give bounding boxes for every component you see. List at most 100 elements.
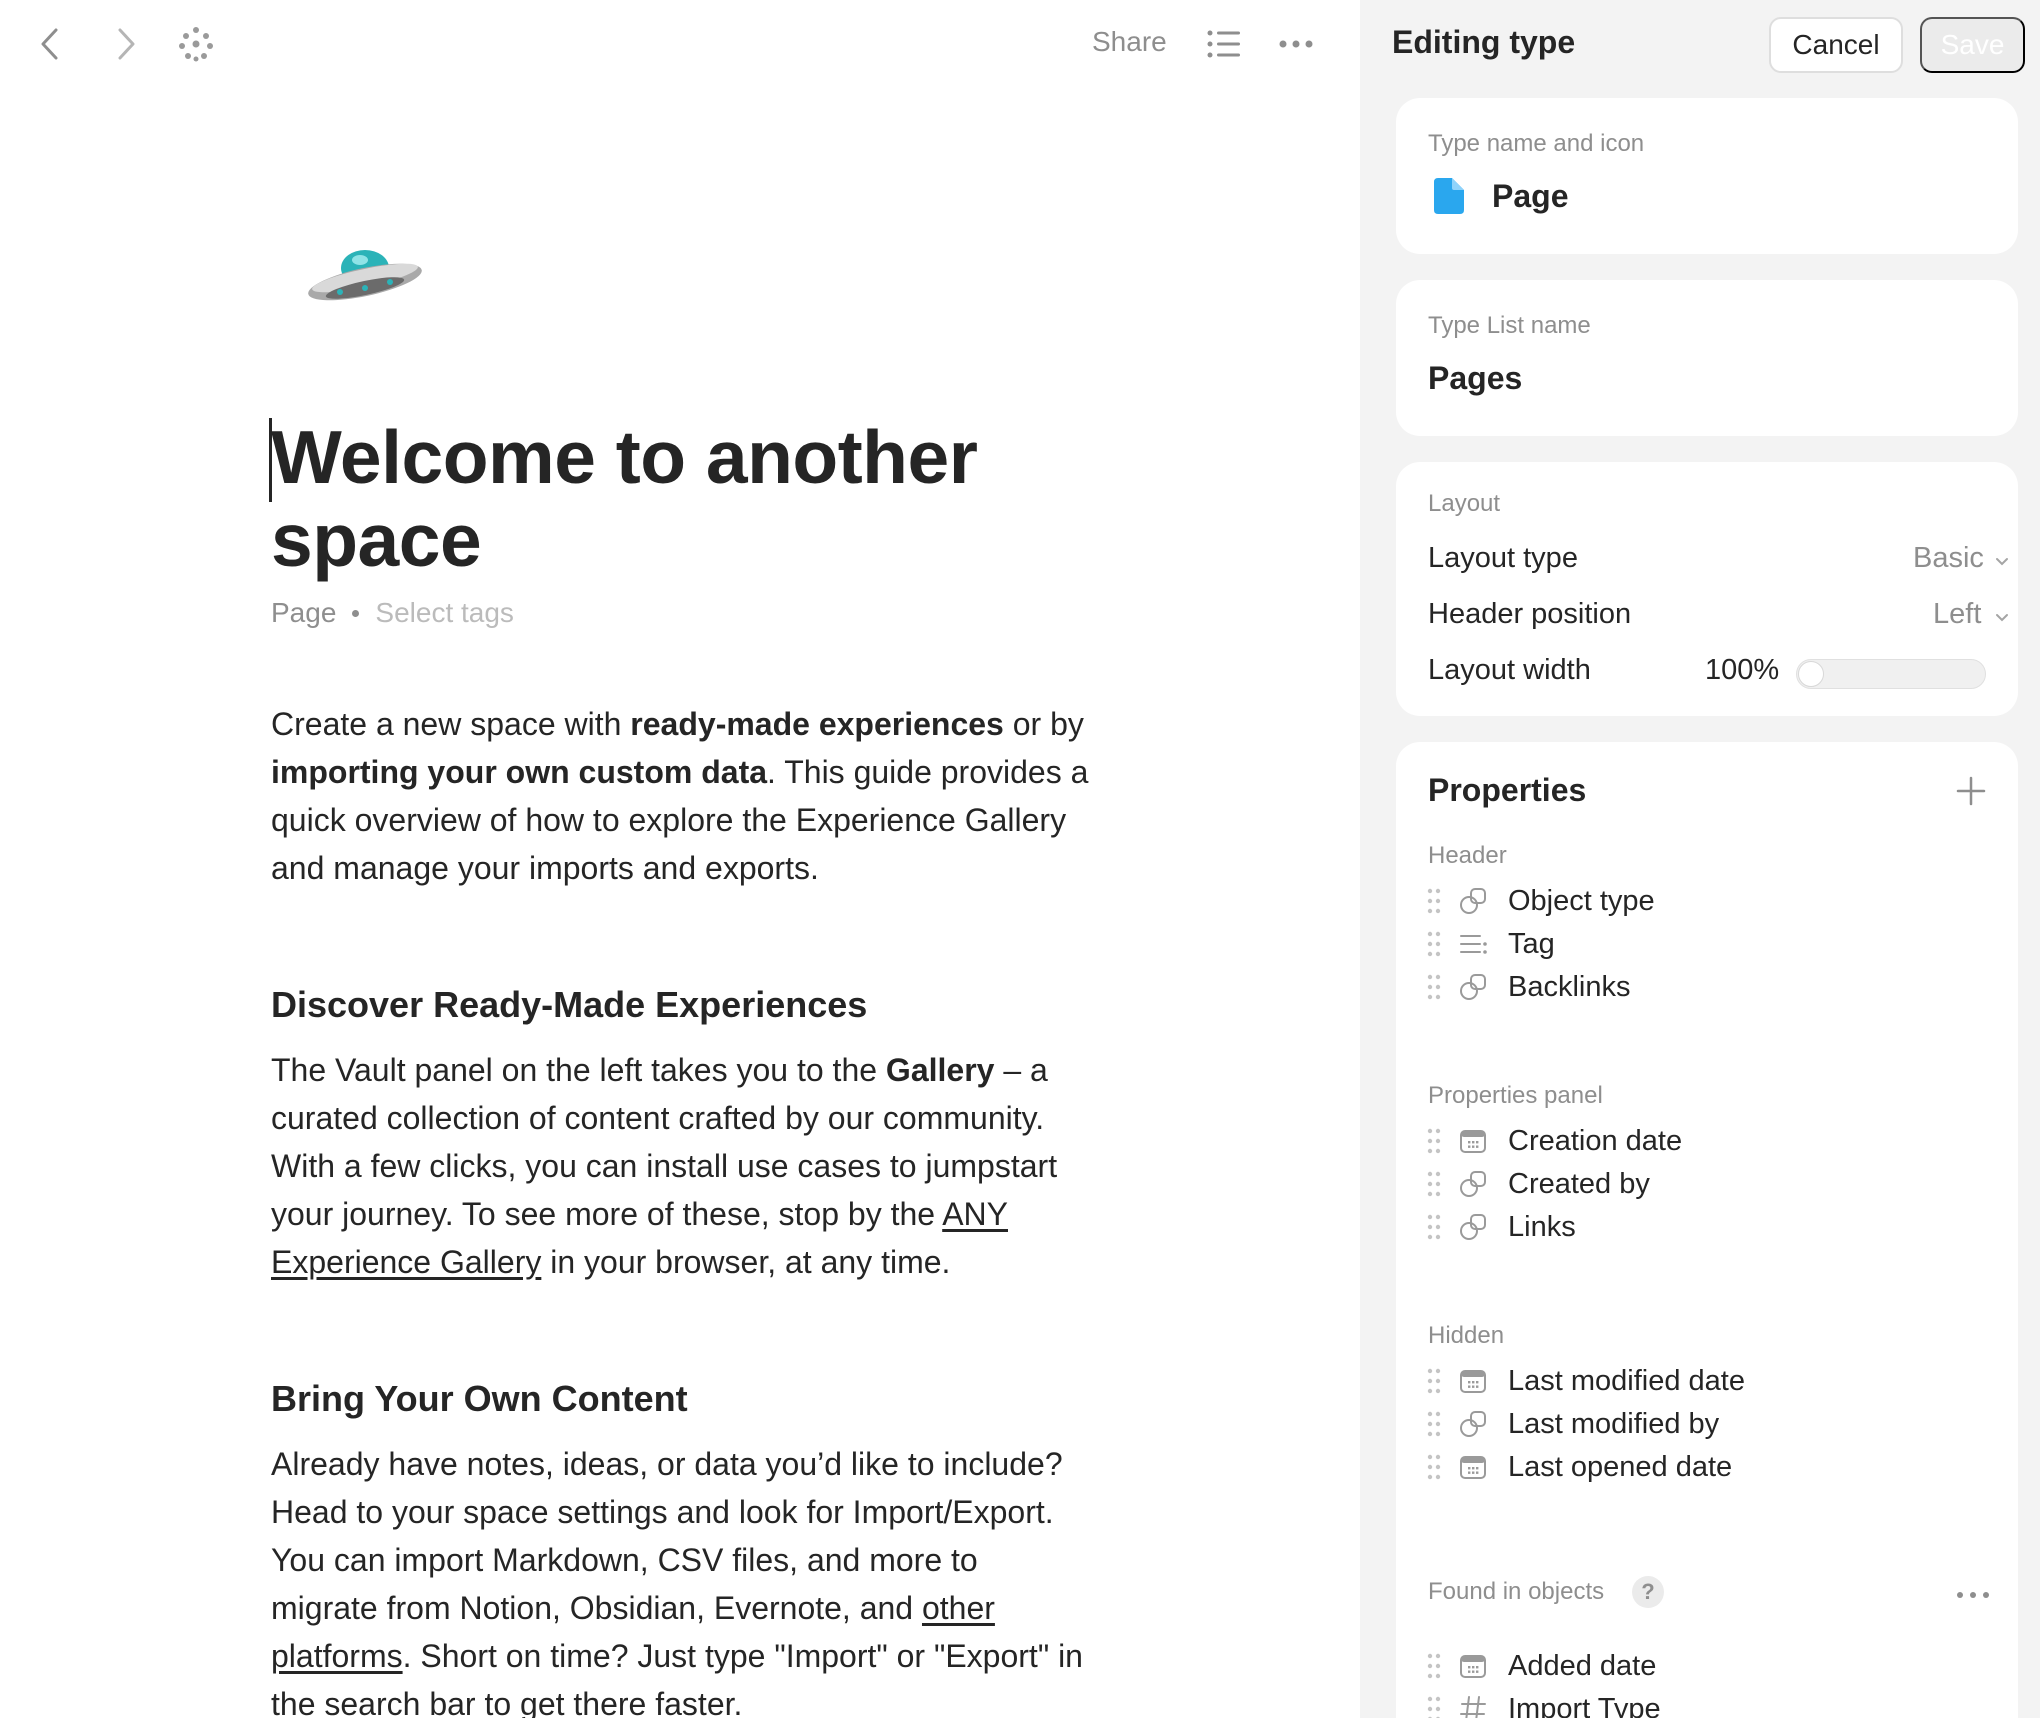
property-label: Last opened date [1508,1450,1733,1483]
type-name-label: Type name and icon [1428,130,1645,157]
relation-icon [1458,1212,1488,1242]
property-row[interactable]: Created by [1426,1160,1986,1208]
more-horizontal-icon[interactable] [1956,1582,1990,1608]
add-property-icon[interactable] [1956,776,1986,806]
page-title[interactable]: Welcome to another space [271,416,1071,582]
page-file-icon[interactable] [1434,178,1464,214]
drag-handle-icon[interactable] [1426,930,1442,958]
relation-icon [1458,972,1488,1002]
section-heading-byo[interactable]: Bring Your Own Content [271,1378,688,1420]
chevron-down-icon[interactable] [1994,610,2010,626]
type-list-label: Type List name [1428,312,1591,339]
calendar-icon [1458,1126,1488,1156]
property-label: Created by [1508,1167,1650,1200]
object-meta: Page Select tags [271,597,514,629]
layout-type-select[interactable]: Basic [1913,542,1984,575]
byo-paragraph[interactable]: Already have notes, ideas, or data you’d… [271,1440,1091,1718]
calendar-icon [1458,1366,1488,1396]
drag-handle-icon[interactable] [1426,1213,1442,1241]
property-label: Tag [1508,927,1555,960]
forward-button[interactable] [102,20,150,68]
relation-icon [1458,886,1488,916]
layout-label: Layout [1428,490,1501,517]
property-row[interactable]: Object type [1426,877,1986,925]
document-area: Share Welcome to another space Page Sele… [0,0,1360,1718]
hash-icon [1458,1694,1488,1718]
chevron-down-icon[interactable] [1994,554,2010,570]
property-label: Last modified by [1508,1407,1720,1440]
more-button[interactable] [1272,20,1320,68]
type-list-card: Type List name Pages [1396,280,2018,436]
share-button[interactable]: Share [1092,26,1167,58]
property-row[interactable]: Last modified by [1426,1400,1986,1448]
type-list-value[interactable]: Pages [1428,360,1522,397]
property-row[interactable]: Links [1426,1203,1986,1251]
more-horizontal-icon [1279,40,1313,48]
drag-handle-icon[interactable] [1426,1127,1442,1155]
layout-width-slider[interactable] [1796,659,1986,689]
back-button[interactable] [26,20,74,68]
header-position-select[interactable]: Left [1933,598,1981,631]
found-group-label: Found in objects [1428,1578,1605,1605]
chevron-right-icon [118,28,135,60]
property-row[interactable]: Creation date [1426,1117,1986,1165]
save-button[interactable]: Save [1920,17,2025,73]
property-label: Creation date [1508,1124,1683,1157]
outline-button[interactable] [1200,20,1248,68]
chevron-left-icon [41,28,58,60]
drag-handle-icon[interactable] [1426,1453,1442,1481]
cancel-button[interactable]: Cancel [1769,17,1903,73]
editing-type-panel: Editing type Cancel Save Type name and i… [1360,0,2040,1718]
drag-handle-icon[interactable] [1426,1652,1442,1680]
property-label: Added date [1508,1649,1657,1682]
properties-title: Properties [1428,772,1587,808]
layout-card: Layout Layout type Basic Header position… [1396,462,2018,716]
property-label: Import Type [1508,1692,1661,1718]
property-row[interactable]: Last opened date [1426,1443,1986,1491]
slider-knob[interactable] [1798,661,1824,687]
property-row[interactable]: Added date [1426,1642,1986,1690]
relation-icon [1458,1409,1488,1439]
hidden-group-label: Hidden [1428,1322,1505,1349]
calendar-icon [1458,1651,1488,1681]
layout-width-label: Layout width [1428,654,1591,686]
help-icon[interactable]: ? [1632,1576,1664,1608]
panel-title: Editing type [1392,24,1576,60]
property-label: Backlinks [1508,970,1631,1003]
relation-icon [1458,1169,1488,1199]
section-heading-discover[interactable]: Discover Ready-Made Experiences [271,984,867,1026]
discover-paragraph[interactable]: The Vault panel on the left takes you to… [271,1046,1091,1286]
drag-handle-icon[interactable] [1426,887,1442,915]
property-row[interactable]: Backlinks [1426,963,1986,1011]
select-tags[interactable]: Select tags [375,597,514,629]
type-name-value[interactable]: Page [1492,178,1568,215]
flying-saucer-icon[interactable] [300,230,430,310]
properties-card: Properties Header Object type Tag Backlink… [1396,742,2018,1718]
drag-handle-icon[interactable] [1426,1367,1442,1395]
header-group-label: Header [1428,842,1507,869]
tag-list-icon [1458,929,1488,959]
property-label: Last modified date [1508,1364,1745,1397]
drag-handle-icon[interactable] [1426,1170,1442,1198]
graph-dots-icon [179,27,213,62]
property-row[interactable]: Tag [1426,920,1986,968]
drag-handle-icon[interactable] [1426,1695,1442,1718]
property-row[interactable]: Last modified date [1426,1357,1986,1405]
object-type-label[interactable]: Page [271,597,336,629]
layout-type-label: Layout type [1428,542,1578,574]
layout-width-value: 100% [1705,654,1780,686]
separator-dot [352,609,360,617]
panel-group-label: Properties panel [1428,1082,1603,1109]
intro-paragraph[interactable]: Create a new space with ready-made exper… [271,700,1091,892]
header-position-label: Header position [1428,598,1632,630]
top-toolbar: Share [0,0,1360,90]
list-icon [1207,30,1240,58]
property-row[interactable]: Import Type [1426,1685,1986,1718]
property-label: Object type [1508,884,1655,917]
calendar-icon [1458,1452,1488,1482]
graph-button[interactable] [172,20,220,68]
property-label: Links [1508,1210,1576,1243]
type-name-card: Type name and icon Page [1396,98,2018,254]
drag-handle-icon[interactable] [1426,1410,1442,1438]
drag-handle-icon[interactable] [1426,973,1442,1001]
